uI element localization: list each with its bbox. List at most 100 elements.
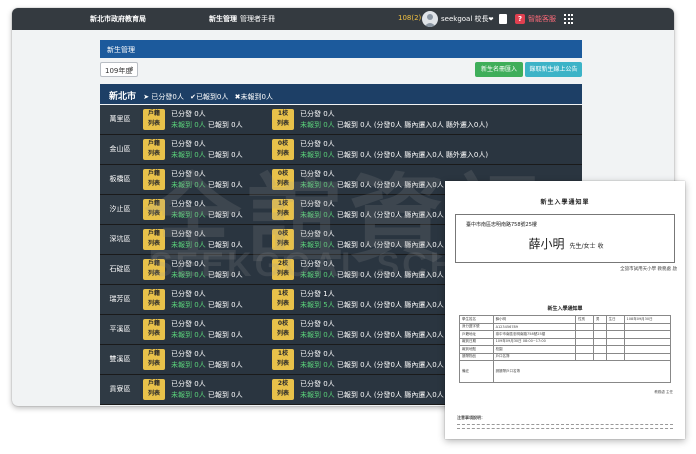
site-title[interactable]: 新北市政府教育局 (90, 14, 146, 24)
household-status: 未報到 0人 已報到 0人 (171, 271, 243, 279)
household-assigned: 已分發 0人 (171, 140, 206, 148)
user-label[interactable]: seekgoal 校長 (441, 15, 489, 23)
user-menu[interactable]: seekgoal 校長❤ (441, 14, 494, 24)
table-cell (623, 322, 672, 331)
address-line: 臺中市南區忠明南路758號25樓 (466, 222, 537, 228)
household-list-button[interactable]: 戶籍 列表 (143, 199, 165, 220)
household-list-button[interactable]: 戶籍 列表 (143, 289, 165, 310)
household-list-button[interactable]: 戶籍 列表 (143, 169, 165, 190)
school-list-button[interactable]: 0校 列表 (272, 229, 294, 250)
online-notice-button[interactable]: 錄取新生線上公告 (525, 62, 582, 77)
household-assigned: 已分發 0人 (171, 230, 206, 238)
notification-count[interactable]: 108(2) (398, 14, 421, 22)
table-row: 報到日期 109年09月30日 08:00~17:00 (459, 337, 672, 346)
table-cell (575, 330, 594, 339)
household-list-button[interactable]: 戶籍 列表 (143, 349, 165, 370)
notice-title: 新生入學通知單 (540, 199, 590, 206)
household-list-button[interactable]: 戶籍 列表 (143, 259, 165, 280)
help-icon[interactable]: ? (515, 14, 525, 24)
school-status: 未報到 0人 已報到 0人 (分發0人 縣內遷入0人 縣外遷入0人) (300, 151, 489, 159)
table-cell (605, 322, 625, 331)
household-list-button[interactable]: 戶籍 列表 (143, 109, 165, 130)
table-cell: A123456789 (492, 322, 577, 331)
household-assigned: 已分發 0人 (171, 290, 206, 298)
table-cell: 攜帶物品 (459, 352, 494, 361)
stat-assigned: ➤ 已分發0人 (143, 93, 184, 101)
table-cell: 校園 (492, 345, 577, 354)
table-cell (605, 345, 625, 354)
household-list-button[interactable]: 戶籍 列表 (143, 319, 165, 340)
school-list-button[interactable]: 0校 列表 (272, 169, 294, 190)
table-cell (592, 345, 607, 354)
district-name: 萬里區 (100, 105, 140, 134)
district-name: 瑞芳區 (100, 285, 140, 314)
table-cell: 學生姓名 (459, 315, 494, 324)
caret-down-icon[interactable]: ❤ (489, 16, 494, 23)
table-cell (592, 337, 607, 346)
school-assigned: 已分發 0人 (300, 110, 335, 118)
household-list-button[interactable]: 戶籍 列表 (143, 139, 165, 160)
table-cell: 生日 (605, 315, 625, 324)
module-title[interactable]: 新生管理 管理者手冊 (209, 14, 275, 24)
household-status: 未報到 0人 已報到 0人 (171, 211, 243, 219)
district-name: 石碇區 (100, 255, 140, 284)
household-assigned: 已分發 0人 (171, 110, 206, 118)
address-box: 臺中市南區忠明南路758號25樓 薛小明 先生/女士 收 (455, 214, 675, 263)
screenshot-stage: 新北市政府教育局 新生管理 管理者手冊 108(2) seekgoal 校長❤ ?… (0, 0, 696, 454)
manual-link[interactable]: 管理者手冊 (240, 15, 275, 23)
household-assigned: 已分發 0人 (171, 320, 206, 328)
school-status: 未報到 0人 已報到 0人 (分發0人 縣內遷入0人 縣外遷入0人) (300, 121, 489, 129)
help-link[interactable]: 智能客服 (528, 14, 556, 24)
city-summary-bar: 新北市 ➤ 已分發0人 ✔已報到0人 ✖未報到0人 (100, 84, 582, 104)
school-list-button[interactable]: 2校 列表 (272, 379, 294, 400)
table-cell (605, 337, 625, 346)
table-cell (623, 337, 672, 346)
table-cell: 戶口名簿 (492, 352, 577, 361)
table-cell: 報到日期 (459, 337, 494, 346)
apps-grid-icon[interactable] (564, 14, 574, 24)
avatar[interactable] (422, 11, 438, 27)
table-cell: 性別 (575, 315, 594, 324)
school-assigned: 已分發 0人 (300, 320, 335, 328)
document-icon[interactable] (499, 14, 507, 24)
district-name: 雙溪區 (100, 345, 140, 374)
year-select[interactable]: 109年度 ⇕ (100, 62, 138, 77)
household-list-button[interactable]: 戶籍 列表 (143, 379, 165, 400)
household-status: 未報到 0人 已報到 0人 (171, 121, 243, 129)
school-list-button[interactable]: 0校 列表 (272, 319, 294, 340)
stat-reported: ✔已報到0人 (190, 93, 229, 101)
household-assigned: 已分發 0人 (171, 170, 206, 178)
school-list-button[interactable]: 1校 列表 (272, 109, 294, 130)
school-list-button[interactable]: 0校 列表 (272, 139, 294, 160)
table-cell (592, 352, 607, 361)
household-list-button[interactable]: 戶籍 列表 (143, 229, 165, 250)
school-assigned: 已分發 1人 (300, 290, 335, 298)
school-assigned: 已分發 0人 (300, 140, 335, 148)
district-name: 板橋區 (100, 165, 140, 194)
household-assigned: 已分發 0人 (171, 380, 206, 388)
table-cell (575, 337, 594, 346)
school-list-button[interactable]: 1校 列表 (272, 289, 294, 310)
stat-unreported: ✖未報到0人 (234, 93, 273, 101)
recipient-name: 薛小明 (528, 237, 565, 251)
table-cell: 薛小明 (492, 315, 577, 324)
table-row: 戶籍地址 臺中市南區忠明南路758號25樓 (459, 330, 672, 339)
inner-title: 新生入學通知單 (547, 306, 583, 312)
table-row: 備註 請攜帶戶口名簿 (459, 360, 672, 383)
table-cell (592, 330, 607, 339)
school-list-button[interactable]: 1校 列表 (272, 199, 294, 220)
school-assigned: 已分發 0人 (300, 380, 335, 388)
table-cell (592, 322, 607, 331)
district-row: 萬里區 戶籍 列表 已分發 0人 未報到 0人 已報到 0人 1校 列表 已分發 0人 未報到 … (100, 105, 582, 135)
school-assigned: 已分發 0人 (300, 200, 335, 208)
import-roster-button[interactable]: 新生名冊匯入 (475, 62, 523, 77)
module-name[interactable]: 新生管理 (209, 15, 237, 23)
table-cell: 109年09月30日 08:00~17:00 (492, 337, 577, 346)
table-cell (623, 345, 672, 354)
enrollment-notice-document: 新生入學通知單 臺中市南區忠明南路758號25樓 薛小明 先生/女士 收 全誼市試… (445, 181, 685, 439)
school-list-button[interactable]: 1校 列表 (272, 349, 294, 370)
table-cell (623, 330, 672, 339)
recipient: 薛小明 先生/女士 收 (456, 235, 676, 252)
school-list-button[interactable]: 2校 列表 (272, 259, 294, 280)
household-status: 未報到 0人 已報到 0人 (171, 391, 243, 399)
